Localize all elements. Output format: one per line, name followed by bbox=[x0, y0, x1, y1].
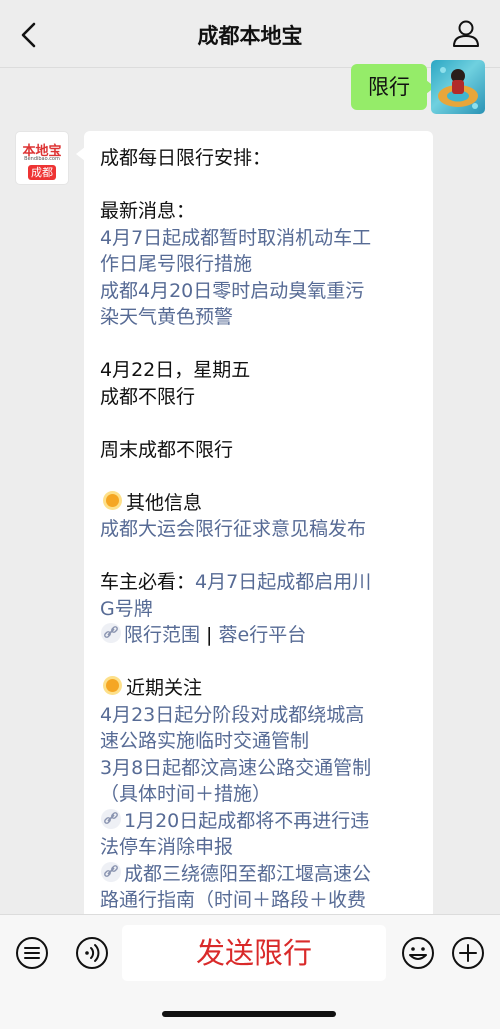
my-message-bubble[interactable]: 限行 bbox=[351, 64, 435, 110]
my-avatar[interactable] bbox=[431, 60, 485, 114]
home-indicator[interactable] bbox=[162, 1011, 336, 1017]
person-icon[interactable] bbox=[450, 18, 482, 50]
sun-icon bbox=[100, 490, 126, 512]
news-link-1-line-1[interactable]: 4月7日起成都暂时取消机动车工 bbox=[100, 225, 419, 252]
owner-label: 车主必看： bbox=[100, 571, 196, 593]
recent-heading: 近期关注 bbox=[100, 675, 419, 702]
plus-icon[interactable] bbox=[450, 935, 486, 971]
recent-link-4-line-1[interactable]: 成都三绕德阳至都江堰高速公 bbox=[124, 863, 371, 885]
my-message-text: 限行 bbox=[368, 75, 410, 99]
separator: | bbox=[200, 624, 219, 646]
bot-avatar[interactable]: 本地宝 Bendibao.com 成都 bbox=[15, 131, 69, 185]
voice-icon[interactable] bbox=[74, 935, 110, 971]
link-chain-icon bbox=[101, 808, 121, 829]
menu-list-icon[interactable] bbox=[14, 935, 50, 971]
avatar-city: 成都 bbox=[28, 165, 56, 180]
bottom-input-bar: 发送限行 bbox=[0, 914, 500, 1029]
news-link-1-line-2[interactable]: 作日尾号限行措施 bbox=[100, 251, 419, 278]
other-info-heading: 其他信息 bbox=[100, 490, 419, 517]
link-chain-icon bbox=[101, 623, 121, 643]
news-link-2-line-2[interactable]: 染天气黄色预警 bbox=[100, 304, 419, 331]
send-button[interactable]: 发送限行 bbox=[122, 925, 386, 981]
bot-message-bubble: 成都每日限行安排： 最新消息： 4月7日起成都暂时取消机动车工 作日尾号限行措施… bbox=[84, 131, 433, 931]
date-line: 4月22日，星期五 bbox=[100, 359, 251, 381]
owner-link-part-2[interactable]: G号牌 bbox=[100, 596, 419, 623]
page-title: 成都本地宝 bbox=[197, 24, 303, 48]
recent-3-line: 1月20日起成都将不再进行违 bbox=[100, 808, 419, 835]
message-heading: 成都每日限行安排： bbox=[100, 147, 272, 169]
avatar-site: Bendibao.com bbox=[24, 156, 60, 162]
recent-link-2-line-2[interactable]: （具体时间＋措施） bbox=[100, 781, 419, 808]
link-chain-icon bbox=[101, 861, 121, 882]
avatar-photo bbox=[438, 67, 478, 109]
recent-link-1-line-1[interactable]: 4月23日起分阶段对成都绕城高 bbox=[100, 702, 419, 729]
weekend-status: 周末成都不限行 bbox=[100, 438, 234, 461]
range-link[interactable]: 限行范围 bbox=[124, 624, 200, 646]
recent-link-3-line-2[interactable]: 法停车消除申报 bbox=[100, 834, 419, 861]
platform-link[interactable]: 蓉e行平台 bbox=[219, 624, 307, 646]
today-status: 成都不限行 bbox=[100, 385, 196, 408]
news-link-2-line-1[interactable]: 成都4月20日零时启动臭氧重污 bbox=[100, 278, 419, 305]
range-line: 限行范围 | 蓉e行平台 bbox=[100, 622, 419, 649]
sun-icon bbox=[100, 675, 126, 697]
recent-4-line: 成都三绕德阳至都江堰高速公 bbox=[100, 861, 419, 888]
nav-bar: 成都本地宝 bbox=[0, 0, 500, 68]
recent-link-3-line-1[interactable]: 1月20日起成都将不再进行违 bbox=[124, 810, 369, 832]
recent-link-1-line-2[interactable]: 速公路实施临时交通管制 bbox=[100, 728, 419, 755]
recent-link-4-line-2[interactable]: 路通行指南（时间＋路段＋收费 bbox=[100, 887, 419, 914]
owner-link-part-1[interactable]: 4月7日起成都启用川 bbox=[195, 571, 371, 593]
emoji-icon[interactable] bbox=[400, 935, 436, 971]
other-info-link[interactable]: 成都大运会限行征求意见稿发布 bbox=[100, 516, 419, 543]
latest-news-label: 最新消息： bbox=[100, 200, 196, 222]
owner-line: 车主必看：4月7日起成都启用川 bbox=[100, 569, 419, 596]
recent-link-2-line-1[interactable]: 3月8日起都汶高速公路交通管制 bbox=[100, 755, 419, 782]
